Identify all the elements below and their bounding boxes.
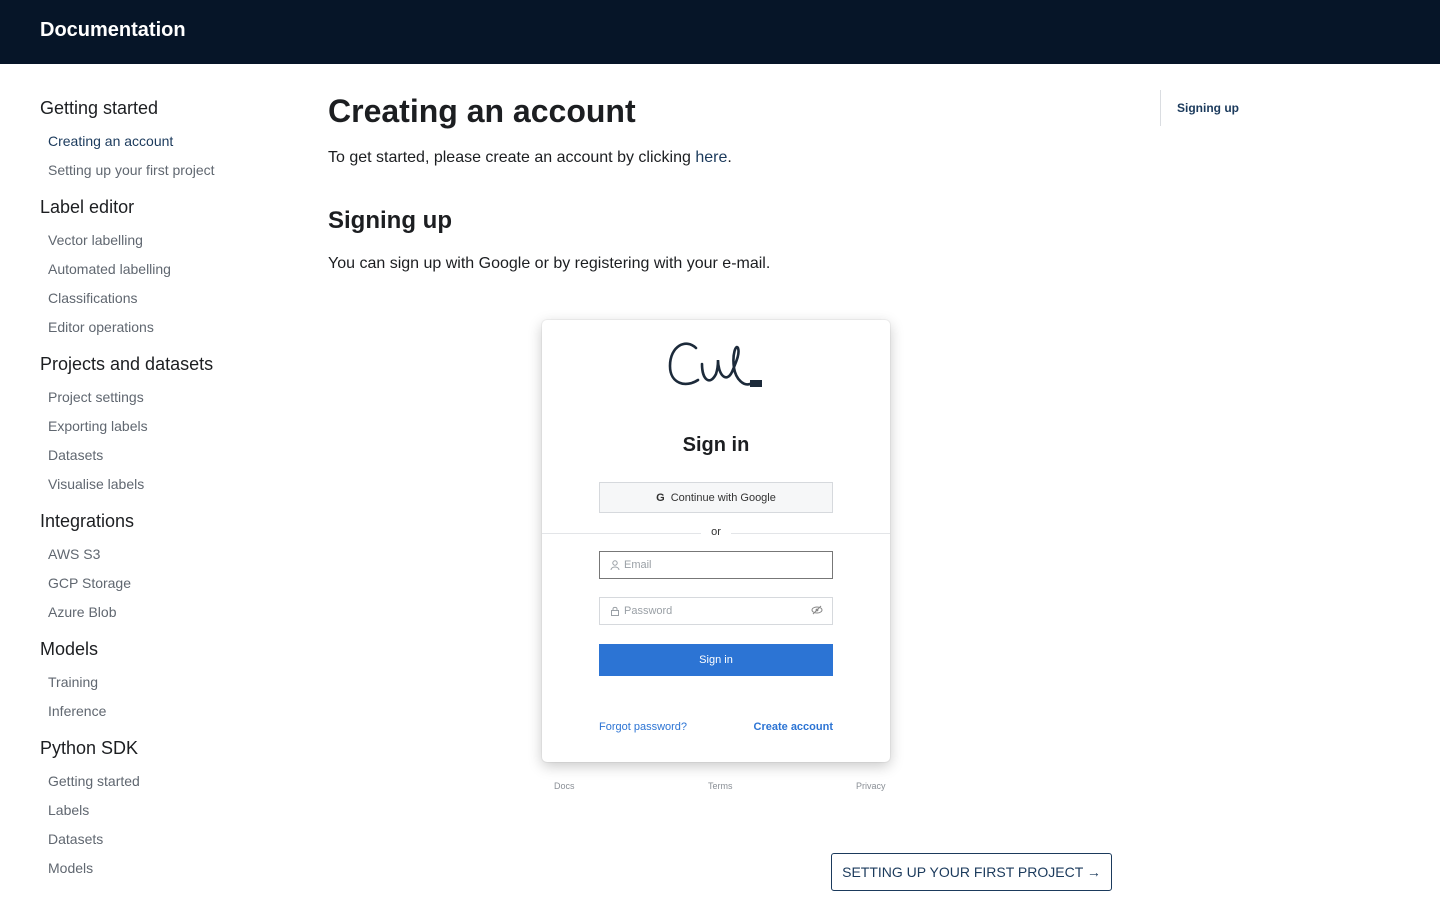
signin-submit-button: Sign in: [599, 644, 833, 676]
footer-docs: Docs: [554, 781, 575, 791]
section-paragraph: You can sign up with Google or by regist…: [328, 255, 771, 272]
sidebar-group-title[interactable]: Integrations: [40, 510, 290, 532]
sidebar-group-projects-datasets: Projects and datasets Project settings E…: [40, 353, 290, 499]
sidebar-item-sdk-datasets[interactable]: Datasets: [40, 825, 290, 854]
sidebar: Getting started Creating an account Sett…: [0, 64, 290, 900]
sidebar-item-inference[interactable]: Inference: [40, 697, 290, 726]
footer-privacy: Privacy: [856, 781, 886, 791]
or-label: or: [701, 526, 731, 538]
password-placeholder: Password: [624, 605, 673, 617]
sidebar-item-training[interactable]: Training: [40, 668, 290, 697]
forgot-password-link: Forgot password?: [599, 721, 688, 733]
sidebar-group-title[interactable]: Getting started: [40, 97, 290, 119]
here-link[interactable]: here: [695, 149, 727, 166]
sidebar-item-sdk-models[interactable]: Models: [40, 854, 290, 883]
intro-suffix: .: [727, 149, 732, 166]
google-icon: G: [656, 491, 665, 504]
google-signin-button: G Continue with Google: [599, 482, 833, 513]
top-navbar: Documentation: [0, 0, 1440, 64]
sidebar-item-automated-labelling[interactable]: Automated labelling: [40, 255, 290, 284]
toc-item-signing-up[interactable]: Signing up: [1177, 101, 1239, 115]
sidebar-item-aws-s3[interactable]: AWS S3: [40, 540, 290, 569]
sidebar-item-azure-blob[interactable]: Azure Blob: [40, 598, 290, 627]
sidebar-group-integrations: Integrations AWS S3 GCP Storage Azure Bl…: [40, 510, 290, 627]
sidebar-item-sdk-getting-started[interactable]: Getting started: [40, 767, 290, 796]
next-page-button[interactable]: SETTING UP YOUR FIRST PROJECT →: [831, 853, 1112, 891]
intro-paragraph: To get started, please create an account…: [328, 148, 732, 168]
sidebar-item-exporting-labels[interactable]: Exporting labels: [40, 412, 290, 441]
signin-title: Sign in: [682, 434, 750, 456]
signature-logo-icon: [668, 342, 762, 387]
user-icon: [610, 560, 620, 570]
sidebar-item-visualise-labels[interactable]: Visualise labels: [40, 470, 290, 499]
sidebar-group-title[interactable]: Label editor: [40, 196, 290, 218]
sidebar-group-title[interactable]: Models: [40, 638, 290, 660]
sidebar-group-title[interactable]: Projects and datasets: [40, 353, 290, 375]
sidebar-group-python-sdk: Python SDK Getting started Labels Datase…: [40, 737, 290, 883]
sidebar-group-label-editor: Label editor Vector labelling Automated …: [40, 196, 290, 342]
sidebar-group-getting-started: Getting started Creating an account Sett…: [40, 97, 290, 185]
footer-terms: Terms: [708, 781, 733, 791]
create-account-link: Create account: [753, 721, 833, 733]
sidebar-item-first-project[interactable]: Setting up your first project: [40, 156, 290, 185]
sidebar-item-gcp-storage[interactable]: GCP Storage: [40, 569, 290, 598]
eye-off-icon: [811, 605, 823, 615]
signin-screenshot: Sign in G Continue with Google or Email …: [542, 320, 890, 762]
email-field: Email: [599, 551, 833, 579]
sidebar-item-editor-operations[interactable]: Editor operations: [40, 313, 290, 342]
password-field: Password: [599, 597, 833, 625]
main-content: Creating an account To get started, plea…: [328, 64, 1118, 900]
sidebar-group-models: Models Training Inference: [40, 638, 290, 726]
table-of-contents: Signing up: [1160, 90, 1360, 126]
sidebar-item-datasets[interactable]: Datasets: [40, 441, 290, 470]
google-button-label: Continue with Google: [670, 491, 776, 504]
sidebar-item-sdk-labels[interactable]: Labels: [40, 796, 290, 825]
section-heading-signing-up: Signing up: [328, 207, 452, 234]
intro-text: To get started, please create an account…: [328, 149, 696, 166]
site-title[interactable]: Documentation: [40, 19, 186, 42]
page-title: Creating an account: [328, 93, 636, 129]
sidebar-item-classifications[interactable]: Classifications: [40, 284, 290, 313]
email-placeholder: Email: [624, 559, 652, 571]
sidebar-item-project-settings[interactable]: Project settings: [40, 383, 290, 412]
sidebar-item-creating-account[interactable]: Creating an account: [40, 127, 290, 156]
lock-icon: [611, 606, 619, 616]
sidebar-group-title[interactable]: Python SDK: [40, 737, 290, 759]
sidebar-item-vector-labelling[interactable]: Vector labelling: [40, 226, 290, 255]
